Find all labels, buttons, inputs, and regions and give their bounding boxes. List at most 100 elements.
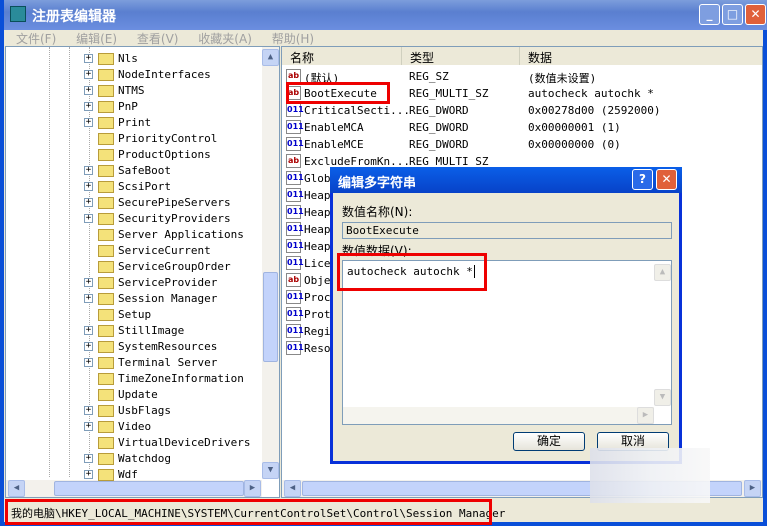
expand-icon[interactable]: + bbox=[84, 294, 93, 303]
tree-item[interactable]: + SafeBoot bbox=[6, 163, 262, 179]
tree-item[interactable]: TimeZoneInformation bbox=[6, 371, 262, 387]
expand-icon[interactable]: + bbox=[84, 214, 93, 223]
tree-item[interactable]: + SystemResources bbox=[6, 339, 262, 355]
tree-item-label: Print bbox=[118, 116, 152, 129]
expand-icon[interactable]: + bbox=[84, 86, 93, 95]
expand-icon[interactable]: + bbox=[84, 182, 93, 191]
expand-icon[interactable]: + bbox=[84, 454, 93, 463]
tree-item[interactable]: + SecurePipeServers bbox=[6, 195, 262, 211]
tree-item[interactable]: + Terminal Server bbox=[6, 355, 262, 371]
open-folder-icon bbox=[98, 293, 114, 305]
maximize-button[interactable]: □ bbox=[722, 4, 743, 25]
scroll-right-button[interactable]: ▶ bbox=[637, 407, 654, 424]
folder-icon bbox=[98, 149, 114, 161]
tree-item-label: Video bbox=[118, 420, 152, 433]
expand-icon[interactable]: + bbox=[84, 470, 93, 479]
string-value-icon: ab bbox=[286, 273, 301, 287]
column-name[interactable]: 名称 bbox=[282, 47, 402, 65]
expand-icon[interactable]: + bbox=[84, 102, 93, 111]
tree-item[interactable]: + Video bbox=[6, 419, 262, 435]
tree-item-label: SafeBoot bbox=[118, 164, 171, 177]
tree-item[interactable]: Setup bbox=[6, 307, 262, 323]
expand-icon[interactable]: + bbox=[84, 406, 93, 415]
menu-edit[interactable]: 编辑(E) bbox=[76, 32, 117, 46]
ok-button[interactable]: 确定 bbox=[513, 432, 585, 451]
tree-item[interactable]: + NTMS bbox=[6, 83, 262, 99]
menu-help[interactable]: 帮助(H) bbox=[272, 32, 314, 46]
tree-vscrollbar[interactable]: ▲ ▼ bbox=[262, 47, 279, 479]
scroll-down-button[interactable]: ▼ bbox=[262, 462, 279, 479]
close-button[interactable]: ✕ bbox=[745, 4, 766, 25]
folder-icon bbox=[98, 133, 114, 145]
value-name: Obje bbox=[304, 274, 331, 287]
regedit-icon bbox=[10, 6, 26, 22]
column-data[interactable]: 数据 bbox=[520, 47, 762, 65]
tree-item[interactable]: + Watchdog bbox=[6, 451, 262, 467]
scroll-thumb[interactable] bbox=[54, 481, 244, 496]
tree-item[interactable]: + Session Manager bbox=[6, 291, 262, 307]
folder-icon bbox=[98, 469, 114, 481]
menu-file[interactable]: 文件(F) bbox=[16, 32, 56, 46]
expand-icon[interactable]: + bbox=[84, 118, 93, 127]
tree-item[interactable]: Update bbox=[6, 387, 262, 403]
scroll-left-button[interactable]: ◀ bbox=[284, 480, 301, 497]
tree-item[interactable]: + UsbFlags bbox=[6, 403, 262, 419]
scroll-right-button[interactable]: ▶ bbox=[744, 480, 761, 497]
dialog-close-button[interactable]: ✕ bbox=[656, 169, 677, 190]
tree-item[interactable]: + ServiceProvider bbox=[6, 275, 262, 291]
tree-item[interactable]: + PnP bbox=[6, 99, 262, 115]
tree-item[interactable]: ServiceGroupOrder bbox=[6, 259, 262, 275]
scroll-up-button[interactable]: ▲ bbox=[262, 49, 279, 66]
tree-item[interactable]: PriorityControl bbox=[6, 131, 262, 147]
value-row[interactable]: 011 CriticalSecti... REG_DWORD 0x00278d0… bbox=[286, 102, 756, 119]
column-type[interactable]: 类型 bbox=[402, 47, 520, 65]
expand-icon[interactable]: + bbox=[84, 358, 93, 367]
scroll-up-button[interactable]: ▲ bbox=[654, 264, 671, 281]
scroll-thumb[interactable] bbox=[263, 272, 278, 362]
scroll-down-button[interactable]: ▼ bbox=[654, 389, 671, 406]
tree-item[interactable]: + Print bbox=[6, 115, 262, 131]
tree-item[interactable]: Server Applications bbox=[6, 227, 262, 243]
folder-icon bbox=[98, 309, 114, 321]
tree-item[interactable]: + Nls bbox=[6, 51, 262, 67]
expand-icon[interactable]: + bbox=[84, 70, 93, 79]
value-name: Heap bbox=[304, 189, 331, 202]
expand-icon[interactable]: + bbox=[84, 198, 93, 207]
tree-item-label: VirtualDeviceDrivers bbox=[118, 436, 251, 449]
binary-value-icon: 011 bbox=[286, 171, 304, 185]
value-name-field[interactable]: BootExecute bbox=[342, 222, 672, 239]
value-row[interactable]: 011 EnableMCE REG_DWORD 0x00000000 (0) bbox=[286, 136, 756, 153]
expand-icon[interactable]: + bbox=[84, 422, 93, 431]
dialog-hscrollbar[interactable]: ▶ bbox=[343, 407, 654, 424]
expand-icon[interactable]: + bbox=[84, 166, 93, 175]
expand-icon[interactable]: + bbox=[84, 326, 93, 335]
tree-item-label: ServiceProvider bbox=[118, 276, 218, 289]
tree-item-label: TimeZoneInformation bbox=[118, 372, 244, 385]
expand-icon[interactable]: + bbox=[84, 278, 93, 287]
tree-item[interactable]: ServiceCurrent bbox=[6, 243, 262, 259]
binary-value-icon: 011 bbox=[286, 120, 304, 134]
menu-view[interactable]: 查看(V) bbox=[137, 32, 179, 46]
value-row[interactable]: ab BootExecute REG_MULTI_SZ autocheck au… bbox=[286, 85, 756, 102]
value-row[interactable]: 011 EnableMCA REG_DWORD 0x00000001 (1) bbox=[286, 119, 756, 136]
tree-item[interactable]: + Wdf bbox=[6, 467, 262, 483]
value-row[interactable]: ab (默认) REG_SZ (数值未设置) bbox=[286, 68, 756, 85]
tree-item[interactable]: + StillImage bbox=[6, 323, 262, 339]
tree-item[interactable]: ProductOptions bbox=[6, 147, 262, 163]
dialog-title: 编辑多字符串 bbox=[338, 176, 417, 191]
folder-icon bbox=[98, 101, 114, 113]
tree-item-label: SecurePipeServers bbox=[118, 196, 231, 209]
menu-favorites[interactable]: 收藏夹(A) bbox=[198, 32, 252, 46]
expand-icon[interactable]: + bbox=[84, 342, 93, 351]
tree-item[interactable]: VirtualDeviceDrivers bbox=[6, 435, 262, 451]
value-data-textarea[interactable]: autocheck autochk * ▲ ▼ ▶ bbox=[342, 260, 672, 425]
tree-item[interactable]: + SecurityProviders bbox=[6, 211, 262, 227]
minimize-button[interactable]: _ bbox=[699, 4, 720, 25]
window-title: 注册表编辑器 bbox=[32, 9, 116, 25]
help-button[interactable]: ? bbox=[632, 169, 653, 190]
tree-item[interactable]: + NodeInterfaces bbox=[6, 67, 262, 83]
expand-icon[interactable]: + bbox=[84, 54, 93, 63]
value-name: EnableMCA bbox=[304, 121, 364, 134]
value-name: CriticalSecti... bbox=[304, 104, 410, 117]
tree-item[interactable]: + ScsiPort bbox=[6, 179, 262, 195]
